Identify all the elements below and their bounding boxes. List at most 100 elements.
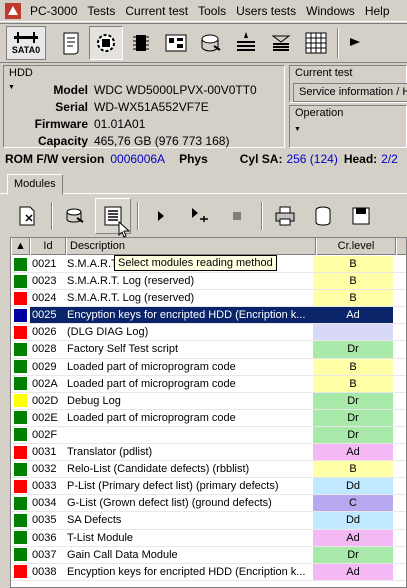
module-description: Relo-List (Candidate defects) (rbblist): [67, 463, 250, 476]
table-row[interactable]: 0032 Relo-List (Candidate defects) (rbbli…: [11, 461, 406, 479]
menu-windows[interactable]: Windows: [301, 0, 360, 22]
table-row[interactable]: 002E Loaded part of microprogram code Dr: [11, 409, 406, 427]
module-id: 0031: [32, 446, 57, 459]
collapse-arrow-icon[interactable]: ▼: [294, 126, 301, 133]
hdd-capacity-row: Capacity 465,76 GB (976 773 168): [4, 132, 284, 149]
run-button[interactable]: [143, 198, 179, 234]
save-button[interactable]: [343, 198, 379, 234]
sata-connector-icon: [14, 32, 38, 43]
chip-button[interactable]: [124, 26, 158, 60]
menu-users-tests[interactable]: Users tests: [231, 0, 301, 22]
status-indicator: [11, 530, 30, 546]
table-row[interactable]: 0025 Encyption keys for encripted HDD (En…: [11, 307, 406, 325]
database-button[interactable]: [305, 198, 341, 234]
hdd-serial-value: WD-WX51A552VF7E: [94, 99, 209, 114]
row-filler: [393, 324, 406, 340]
status-indicator: [11, 427, 30, 443]
module-id: 0032: [32, 463, 57, 476]
sort-arrow-icon[interactable]: ▲: [11, 238, 30, 255]
module-description: [63, 427, 313, 443]
table-row[interactable]: 0026 (DLG DIAG Log): [11, 324, 406, 342]
status-square-icon: [14, 343, 27, 357]
module-cr-level: Ad: [313, 563, 393, 580]
module-description: Encyption keys for encripted HDD (Encrip…: [63, 307, 313, 324]
module-id: 0024: [32, 292, 57, 305]
overflow-button[interactable]: [342, 26, 376, 60]
print-button[interactable]: [267, 198, 303, 234]
main-toolbar: SATA0: [0, 23, 407, 63]
table-row[interactable]: 0038 Encyption keys for encripted HDD (En…: [11, 563, 406, 581]
tab-modules[interactable]: Modules: [7, 174, 63, 195]
rom-status-bar: ROM F/W version 0006006A Phys Cyl SA: 25…: [0, 150, 407, 168]
head-stack-icon: [237, 32, 255, 51]
module-description: S.M.A.R.T. Log (reserved): [67, 292, 195, 305]
board-button[interactable]: [159, 26, 193, 60]
stop-icon: [233, 212, 241, 220]
hdd-firmware-value: 01.01A01: [94, 116, 146, 131]
phys-label: Phys: [179, 152, 208, 166]
platter-button[interactable]: [264, 26, 298, 60]
hdd-capacity-value: 465,76 GB (976 773 168): [94, 133, 230, 148]
run-step-button[interactable]: [181, 198, 217, 234]
table-row[interactable]: 002D Debug Log Dr: [11, 392, 406, 410]
table-row[interactable]: 0035 SA Defects Dd: [11, 512, 406, 530]
module-cr-level: B: [313, 273, 393, 290]
module-id: 0038: [32, 565, 57, 578]
grid-button[interactable]: [299, 26, 333, 60]
hdd-panel-title: HDD: [9, 67, 33, 79]
utility-gear-button[interactable]: [89, 26, 123, 60]
column-header-id[interactable]: Id: [30, 238, 66, 255]
row-filler: [393, 256, 406, 272]
operation-title: Operation: [295, 107, 344, 119]
hdd-serial-label: Serial: [55, 99, 88, 114]
column-header-description[interactable]: Description: [66, 238, 316, 255]
status-indicator: [11, 273, 30, 289]
row-filler: [393, 512, 406, 528]
module-cr-level: B: [313, 290, 393, 307]
modules-table: ▲ Id Description Cr.level 0021 S.M.A.R.T.…: [10, 237, 407, 588]
table-row[interactable]: 0033 P-List (Primary defect list) (primar…: [11, 478, 406, 496]
cyl-sa-value: 256 (124): [286, 152, 338, 166]
stop-button[interactable]: [219, 198, 255, 234]
head-button[interactable]: [229, 26, 263, 60]
column-header-cr-level[interactable]: Cr.level: [316, 238, 396, 255]
module-id: 0036: [32, 531, 57, 544]
disk-button[interactable]: [194, 26, 228, 60]
table-row[interactable]: 0029 Loaded part of microprogram code B: [11, 358, 406, 376]
menu-tools[interactable]: Tools: [193, 0, 231, 22]
status-indicator: [11, 512, 30, 528]
cyl-sa-label: Cyl SA:: [239, 152, 283, 166]
status-indicator: [11, 256, 30, 272]
table-row[interactable]: 002A Loaded part of microprogram code B: [11, 375, 406, 393]
read-modules-button[interactable]: [57, 198, 93, 234]
table-row[interactable]: 0034 G-List (Grown defect list) (ground d…: [11, 495, 406, 513]
status-square-icon: [14, 274, 27, 288]
sata-port-button[interactable]: SATA0: [6, 26, 46, 60]
table-row[interactable]: 0028 Factory Self Test script Dr: [11, 341, 406, 359]
sata-label: SATA0: [11, 45, 41, 55]
module-cr-level: Dr: [313, 409, 393, 426]
module-cr-level: B: [313, 461, 393, 478]
module-description: Encyption keys for encripted HDD (Encrip…: [67, 565, 306, 578]
mouse-cursor-icon: [118, 221, 131, 238]
menu-pc3000[interactable]: PC-3000: [25, 0, 82, 22]
table-row[interactable]: 0037 Gain Call Data Module Dr: [11, 546, 406, 564]
status-square-icon: [14, 565, 27, 579]
status-indicator: [11, 495, 30, 511]
module-description: Loaded part of microprogram code: [67, 377, 236, 390]
scroll-button[interactable]: [54, 26, 88, 60]
table-row[interactable]: 0024 S.M.A.R.T. Log (reserved) B: [11, 290, 406, 308]
menu-tests[interactable]: Tests: [82, 0, 120, 22]
table-row[interactable]: 0023 S.M.A.R.T. Log (reserved) B: [11, 273, 406, 291]
table-row[interactable]: 0031 Translator (pdlist) Ad: [11, 444, 406, 462]
menu-current-test[interactable]: Current test: [120, 0, 193, 22]
doc-check-icon: [19, 206, 35, 226]
check-modules-button[interactable]: [9, 198, 45, 234]
toolbar-separator: [137, 202, 139, 230]
table-row[interactable]: 002F Dr: [11, 426, 406, 445]
step-play-icon: [192, 208, 208, 222]
table-row[interactable]: 0036 T-List Module Ad: [11, 529, 406, 547]
head-label: Head:: [343, 152, 378, 166]
module-cr-level: Dr: [313, 546, 393, 563]
menu-help[interactable]: Help: [360, 0, 395, 22]
